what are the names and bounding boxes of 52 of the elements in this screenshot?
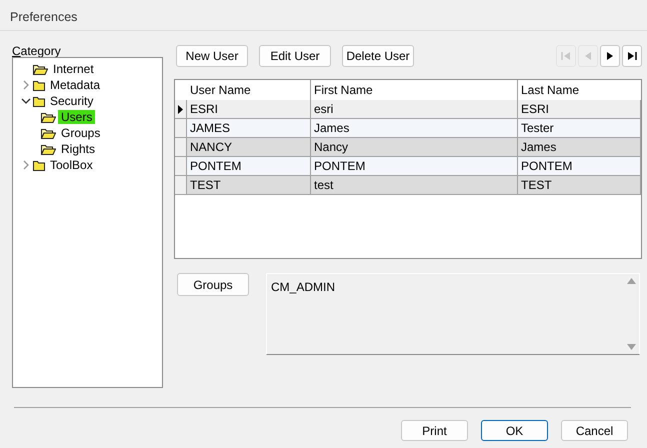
- tree-item[interactable]: Internet: [50, 62, 97, 76]
- column-header[interactable]: Last Name: [518, 80, 641, 100]
- nav-button[interactable]: [622, 45, 642, 67]
- toolbar-button[interactable]: New User: [176, 45, 248, 67]
- chevron-down-icon[interactable]: [21, 96, 31, 106]
- current-row-icon: [178, 104, 183, 114]
- dialog-button[interactable]: Cancel: [561, 420, 628, 441]
- group-item[interactable]: CM_ADMIN: [271, 278, 620, 296]
- table-cell: JAMES: [187, 119, 311, 137]
- table-cell: James: [311, 119, 518, 137]
- table-cell: TEST: [187, 176, 311, 194]
- folder-icon: [33, 64, 48, 74]
- dialog-button[interactable]: OK: [481, 420, 548, 441]
- folder-icon: [33, 160, 45, 170]
- table-cell: ESRI: [187, 100, 311, 118]
- toolbar-button[interactable]: Delete User: [342, 45, 414, 67]
- tree-item[interactable]: Users: [58, 110, 96, 124]
- tree-item[interactable]: Rights: [58, 142, 98, 156]
- table-cell: NANCY: [187, 138, 311, 156]
- last-record-icon: [627, 51, 637, 61]
- dialog-button[interactable]: Print: [401, 420, 468, 441]
- folder-icon: [41, 128, 56, 138]
- category-label: Category: [12, 45, 62, 57]
- folder-icon: [33, 96, 45, 106]
- scroll-up-icon[interactable]: [627, 278, 636, 284]
- table-cell: PONTEM: [187, 157, 311, 175]
- first-record-icon: [561, 51, 571, 61]
- table-cell: test: [311, 176, 518, 194]
- tree-item[interactable]: Metadata: [47, 78, 104, 92]
- table-cell: Tester: [518, 119, 641, 137]
- groups-button[interactable]: Groups: [177, 273, 249, 296]
- tree-item[interactable]: ToolBox: [47, 158, 96, 172]
- folder-icon: [41, 112, 56, 122]
- chevron-right-icon[interactable]: [21, 80, 31, 90]
- folder-icon: [41, 144, 56, 154]
- previous-record-icon: [583, 51, 593, 61]
- table-cell: PONTEM: [518, 157, 641, 175]
- table-cell: PONTEM: [311, 157, 518, 175]
- table-cell: ESRI: [518, 100, 641, 118]
- next-record-icon: [605, 51, 615, 61]
- row-header[interactable]: [175, 100, 187, 118]
- table-cell: Nancy: [311, 138, 518, 156]
- nav-button[interactable]: [600, 45, 620, 67]
- chevron-right-icon[interactable]: [21, 160, 31, 170]
- table-cell: TEST: [518, 176, 641, 194]
- tree-item[interactable]: Security: [47, 94, 96, 108]
- tree-item[interactable]: Groups: [58, 126, 104, 140]
- toolbar-button[interactable]: Edit User: [259, 45, 331, 67]
- scroll-down-icon[interactable]: [627, 344, 636, 350]
- folder-icon: [33, 80, 45, 90]
- table-cell: esri: [311, 100, 518, 118]
- table-cell: James: [518, 138, 641, 156]
